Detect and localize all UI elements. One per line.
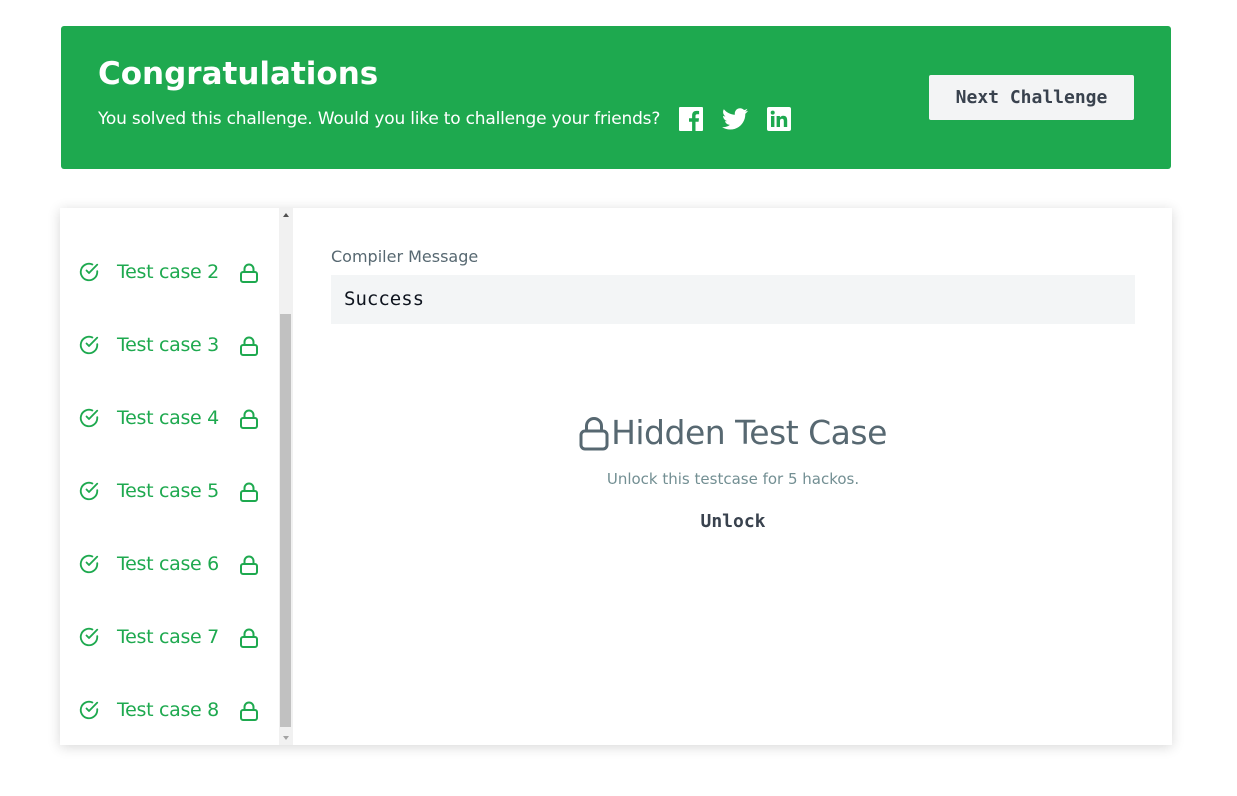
compiler-message-label: Compiler Message [331, 247, 479, 266]
banner-title: Congratulations [98, 56, 379, 92]
check-circle-icon [79, 554, 99, 574]
scroll-down-arrow-icon[interactable] [279, 731, 293, 745]
testcase-sidebar: Test case 2 Test case 3 Test case 4 Test… [60, 208, 280, 745]
facebook-icon[interactable] [678, 106, 704, 132]
hidden-title-row: Hidden Test Case [331, 408, 1135, 458]
sidebar-scrollbar[interactable] [279, 208, 293, 745]
lock-icon [240, 701, 258, 721]
banner-subtitle: You solved this challenge. Would you lik… [98, 109, 661, 129]
lock-icon [240, 409, 258, 429]
scroll-up-arrow-icon[interactable] [279, 208, 293, 222]
testcase-label: Test case 8 [117, 699, 219, 721]
share-row: You solved this challenge. Would you lik… [98, 104, 792, 134]
linkedin-icon[interactable] [766, 106, 792, 132]
testcase-item[interactable]: Test case 4 [60, 398, 280, 438]
testcase-item[interactable]: Test case 2 [60, 252, 280, 292]
check-circle-icon [79, 335, 99, 355]
check-circle-icon [79, 700, 99, 720]
scroll-thumb[interactable] [280, 314, 291, 727]
testcase-item[interactable]: Test case 8 [60, 690, 280, 730]
lock-icon [240, 482, 258, 502]
lock-icon [240, 263, 258, 283]
testcase-label: Test case 2 [117, 261, 219, 283]
testcase-item[interactable]: Test case 3 [60, 325, 280, 365]
hidden-testcase-subtitle: Unlock this testcase for 5 hackos. [606, 470, 860, 488]
unlock-button[interactable]: Unlock [700, 511, 765, 532]
hidden-testcase-block: Hidden Test Case Unlock this testcase fo… [331, 408, 1135, 532]
lock-icon [240, 628, 258, 648]
success-banner: Congratulations You solved this challeng… [61, 26, 1171, 169]
compiler-message-box: Success [331, 275, 1135, 324]
next-challenge-button[interactable]: Next Challenge [929, 75, 1134, 120]
twitter-icon[interactable] [722, 106, 749, 132]
testcase-item[interactable]: Test case 6 [60, 544, 280, 584]
testcase-label: Test case 5 [117, 480, 219, 502]
testcase-item[interactable]: Test case 7 [60, 617, 280, 657]
results-panel: Test case 2 Test case 3 Test case 4 Test… [60, 208, 1172, 745]
check-circle-icon [79, 408, 99, 428]
check-circle-icon [79, 262, 99, 282]
check-circle-icon [79, 627, 99, 647]
testcase-label: Test case 3 [117, 334, 219, 356]
testcase-label: Test case 7 [117, 626, 219, 648]
compiler-message-text: Success [344, 288, 425, 310]
testcase-label: Test case 6 [117, 553, 219, 575]
hidden-testcase-title: Hidden Test Case [611, 413, 887, 452]
testcase-item[interactable]: Test case 5 [60, 471, 280, 511]
lock-icon [579, 417, 609, 451]
lock-icon [240, 336, 258, 356]
testcase-label: Test case 4 [117, 407, 219, 429]
check-circle-icon [79, 481, 99, 501]
lock-icon [240, 555, 258, 575]
